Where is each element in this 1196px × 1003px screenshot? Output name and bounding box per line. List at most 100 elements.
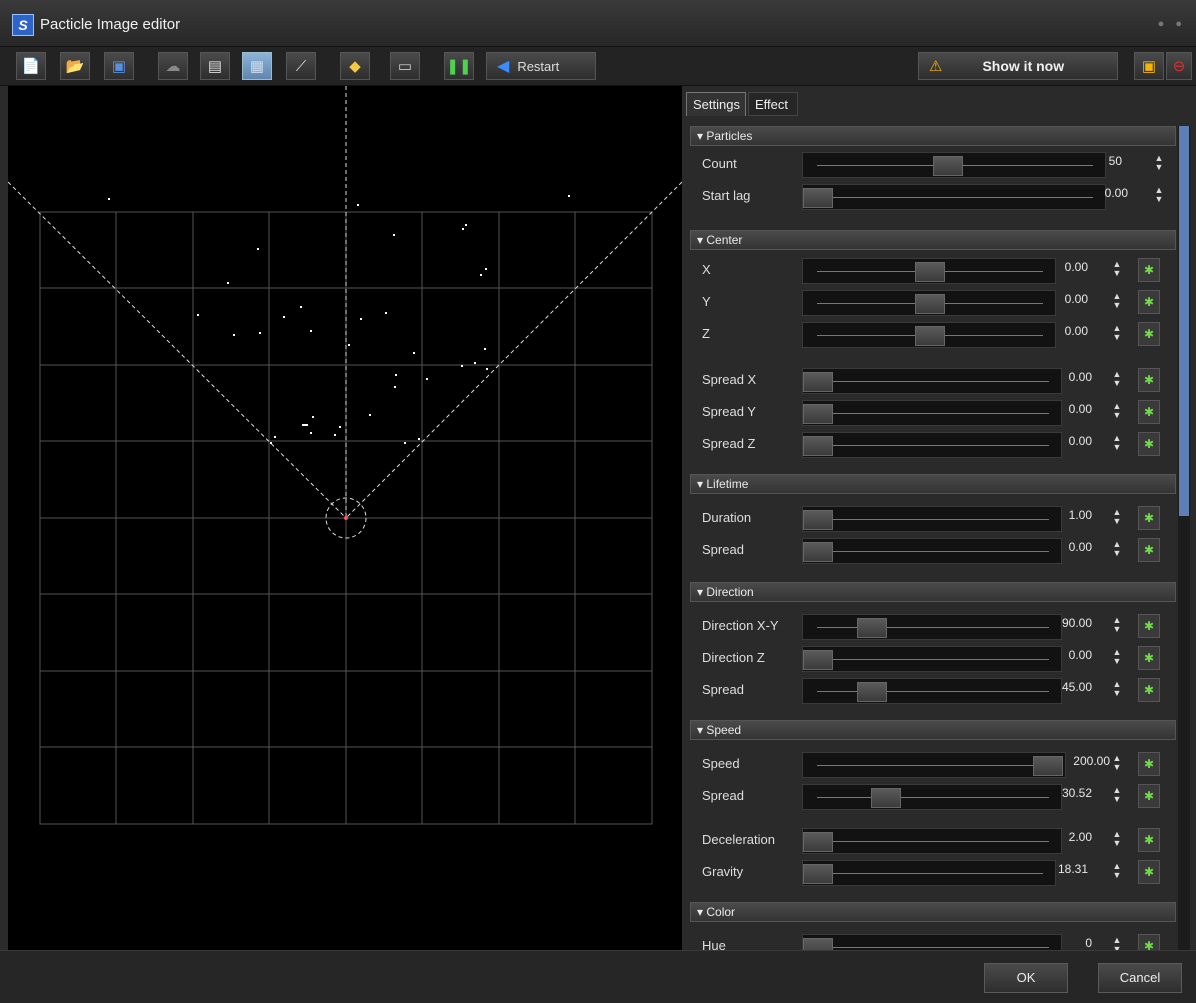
- z-slider[interactable]: [802, 322, 1056, 348]
- cloud-icon[interactable]: ☁: [158, 52, 188, 80]
- restart-button[interactable]: ◀ Restart: [486, 52, 596, 80]
- row-z: Z 0.00 ▲ ▼ ✱: [690, 320, 1176, 348]
- scrollbar-thumb[interactable]: [1179, 126, 1189, 516]
- speed-spread-slider[interactable]: [802, 784, 1062, 810]
- show-it-now-button[interactable]: ⚠ Show it now: [918, 52, 1118, 80]
- window-controls[interactable]: ● ●: [1158, 18, 1186, 30]
- lifetime-spread-pick-icon[interactable]: ✱: [1138, 538, 1160, 562]
- cancel-button[interactable]: Cancel: [1098, 963, 1182, 993]
- grid-icon[interactable]: ▦: [242, 52, 272, 80]
- properties-scrollbar[interactable]: [1178, 126, 1190, 950]
- row-hue: Hue 0 ▲ ▼ ✱: [690, 932, 1176, 950]
- section-color[interactable]: ▾ Color: [690, 902, 1176, 922]
- spread-x-spinner[interactable]: ▲ ▼: [1110, 370, 1124, 390]
- duration-spinner[interactable]: ▲ ▼: [1110, 508, 1124, 528]
- y-spinner[interactable]: ▲ ▼: [1110, 292, 1124, 312]
- direction-xy-pick-icon[interactable]: ✱: [1138, 614, 1160, 638]
- save-blue-icon[interactable]: ▣: [1134, 52, 1164, 80]
- spread-y-value[interactable]: 0.00: [1050, 402, 1092, 416]
- pause-icon[interactable]: ❚❚: [444, 52, 474, 80]
- z-value[interactable]: 0.00: [1046, 324, 1088, 338]
- z-pick-icon[interactable]: ✱: [1138, 322, 1160, 346]
- spread-x-value[interactable]: 0.00: [1050, 370, 1092, 384]
- start-lag-spinner[interactable]: ▲ ▼: [1152, 186, 1166, 206]
- speed-spread-value[interactable]: 30.52: [1050, 786, 1092, 800]
- section-center[interactable]: ▾ Center: [690, 230, 1176, 250]
- speed-spread-pick-icon[interactable]: ✱: [1138, 784, 1160, 808]
- gravity-value[interactable]: 18.31: [1046, 862, 1088, 876]
- start-lag-value[interactable]: 0.00: [1086, 186, 1128, 200]
- z-spinner[interactable]: ▲ ▼: [1110, 324, 1124, 344]
- eraser-icon[interactable]: ◆: [340, 52, 370, 80]
- gravity-pick-icon[interactable]: ✱: [1138, 860, 1160, 884]
- open-folder-icon[interactable]: 📂: [60, 52, 90, 80]
- direction-xy-spinner[interactable]: ▲ ▼: [1110, 616, 1124, 636]
- count-slider[interactable]: [802, 152, 1106, 178]
- x-value[interactable]: 0.00: [1046, 260, 1088, 274]
- hue-pick-icon[interactable]: ✱: [1138, 934, 1160, 950]
- section-direction[interactable]: ▾ Direction: [690, 582, 1176, 602]
- direction-spread-pick-icon[interactable]: ✱: [1138, 678, 1160, 702]
- x-slider[interactable]: [802, 258, 1056, 284]
- line-icon[interactable]: ⟋: [286, 52, 316, 80]
- spread-z-value[interactable]: 0.00: [1050, 434, 1092, 448]
- direction-z-slider[interactable]: [802, 646, 1062, 672]
- x-spinner[interactable]: ▲ ▼: [1110, 260, 1124, 280]
- section-speed[interactable]: ▾ Speed: [690, 720, 1176, 740]
- y-pick-icon[interactable]: ✱: [1138, 290, 1160, 314]
- hue-spinner[interactable]: ▲ ▼: [1110, 936, 1124, 951]
- direction-spread-spinner[interactable]: ▲ ▼: [1110, 680, 1124, 700]
- lifetime-spread-spinner[interactable]: ▲ ▼: [1110, 540, 1124, 560]
- image-icon[interactable]: ▭: [390, 52, 420, 80]
- spread-y-pick-icon[interactable]: ✱: [1138, 400, 1160, 424]
- y-slider[interactable]: [802, 290, 1056, 316]
- gravity-slider[interactable]: [802, 860, 1056, 886]
- duration-value[interactable]: 1.00: [1050, 508, 1092, 522]
- speed-spinner[interactable]: ▲ ▼: [1110, 754, 1124, 774]
- tab-effect[interactable]: Effect: [748, 92, 798, 116]
- count-spinner[interactable]: ▲ ▼: [1152, 154, 1166, 174]
- spread-z-spinner[interactable]: ▲ ▼: [1110, 434, 1124, 454]
- save-icon[interactable]: ▣: [104, 52, 134, 80]
- hue-slider[interactable]: [802, 934, 1062, 950]
- direction-z-value[interactable]: 0.00: [1050, 648, 1092, 662]
- deceleration-slider[interactable]: [802, 828, 1062, 854]
- section-particles[interactable]: ▾ Particles: [690, 126, 1176, 146]
- speed-spread-spinner[interactable]: ▲ ▼: [1110, 786, 1124, 806]
- stop-icon[interactable]: ⊖: [1166, 52, 1192, 80]
- spread-z-slider[interactable]: [802, 432, 1062, 458]
- count-value[interactable]: 50: [1080, 154, 1122, 168]
- section-lifetime[interactable]: ▾ Lifetime: [690, 474, 1176, 494]
- new-file-icon[interactable]: 📄: [16, 52, 46, 80]
- gravity-spinner[interactable]: ▲ ▼: [1110, 862, 1124, 882]
- spread-x-pick-icon[interactable]: ✱: [1138, 368, 1160, 392]
- preview-canvas[interactable]: [8, 86, 682, 950]
- direction-xy-value[interactable]: 90.00: [1050, 616, 1092, 630]
- spread-y-spinner[interactable]: ▲ ▼: [1110, 402, 1124, 422]
- direction-z-pick-icon[interactable]: ✱: [1138, 646, 1160, 670]
- speed-slider[interactable]: [802, 752, 1066, 778]
- tab-settings[interactable]: Settings: [686, 92, 746, 116]
- duration-slider[interactable]: [802, 506, 1062, 532]
- direction-spread-slider[interactable]: [802, 678, 1062, 704]
- deceleration-pick-icon[interactable]: ✱: [1138, 828, 1160, 852]
- direction-z-spinner[interactable]: ▲ ▼: [1110, 648, 1124, 668]
- lifetime-spread-slider[interactable]: [802, 538, 1062, 564]
- direction-spread-value[interactable]: 45.00: [1050, 680, 1092, 694]
- lifetime-spread-value[interactable]: 0.00: [1050, 540, 1092, 554]
- hue-value[interactable]: 0: [1050, 936, 1092, 950]
- clapperboard-icon[interactable]: ▤: [200, 52, 230, 80]
- speed-pick-icon[interactable]: ✱: [1138, 752, 1160, 776]
- start-lag-slider[interactable]: [802, 184, 1106, 210]
- direction-xy-slider[interactable]: [802, 614, 1062, 640]
- y-value[interactable]: 0.00: [1046, 292, 1088, 306]
- x-pick-icon[interactable]: ✱: [1138, 258, 1160, 282]
- duration-pick-icon[interactable]: ✱: [1138, 506, 1160, 530]
- spread-y-slider[interactable]: [802, 400, 1062, 426]
- deceleration-value[interactable]: 2.00: [1050, 830, 1092, 844]
- spread-z-pick-icon[interactable]: ✱: [1138, 432, 1160, 456]
- deceleration-spinner[interactable]: ▲ ▼: [1110, 830, 1124, 850]
- ok-button[interactable]: OK: [984, 963, 1068, 993]
- spread-x-slider[interactable]: [802, 368, 1062, 394]
- speed-value[interactable]: 200.00: [1064, 754, 1110, 768]
